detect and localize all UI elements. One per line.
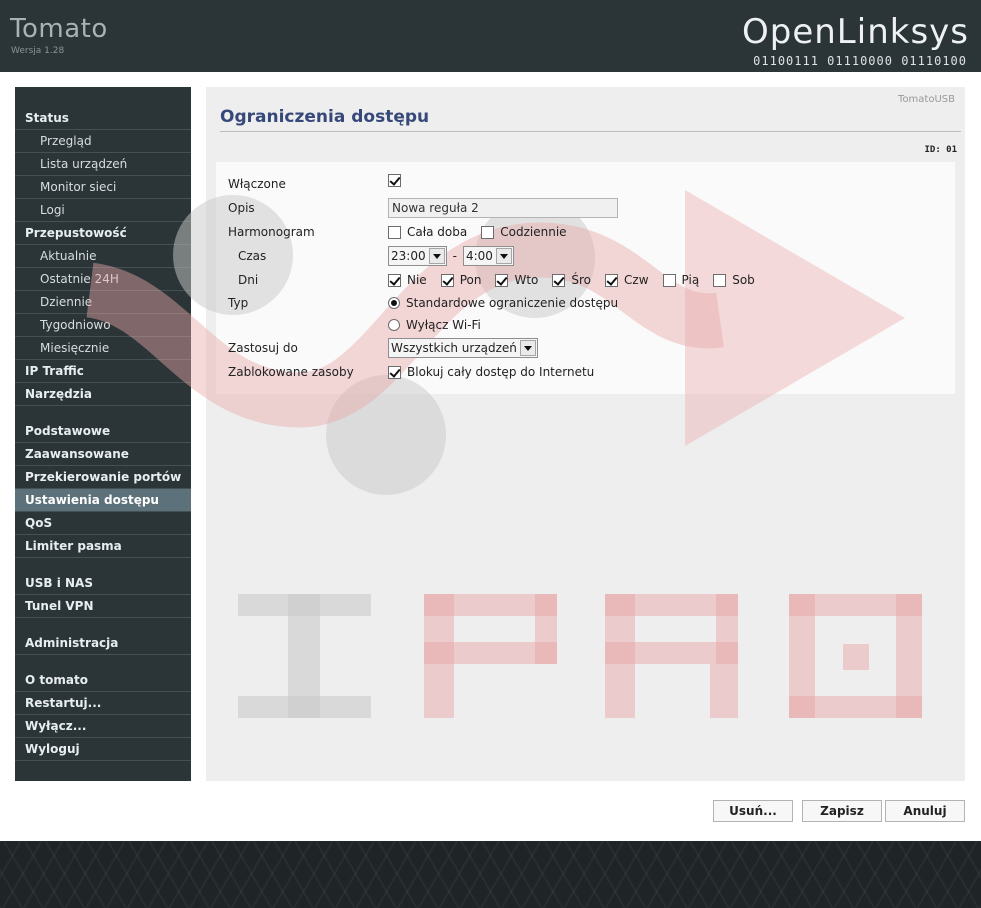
day-checkbox-nie[interactable] [388, 273, 401, 287]
day-label-sro: Śro [571, 273, 592, 287]
openlinksys-logo: OpenLinksys [742, 12, 969, 52]
enabled-checkbox[interactable] [388, 174, 401, 187]
sidebar-item-logi[interactable]: Logi [15, 199, 191, 222]
chevron-down-icon [519, 340, 536, 356]
cancel-button[interactable]: Anuluj [885, 800, 965, 822]
sidebar-item-qos[interactable]: QoS [15, 512, 191, 535]
footer [0, 841, 981, 908]
sidebar-item-monitor-sieci[interactable]: Monitor sieci [15, 176, 191, 199]
day-label-pon: Pon [459, 273, 482, 287]
sidebar-item-tygodniowo[interactable]: Tygodniowo [15, 314, 191, 337]
sidebar-item-wylacz[interactable]: Wyłącz... [15, 715, 191, 738]
time-from-select[interactable]: 23:00 [388, 246, 447, 266]
apply-to-label: Zastosuj do [228, 341, 298, 355]
title-divider [220, 131, 961, 132]
sidebar-item-przepustowosc[interactable]: Przepustowość [15, 222, 191, 245]
sidebar-item-dziennie[interactable]: Dziennie [15, 291, 191, 314]
all-day-label: Cała doba [407, 225, 468, 239]
type-standard-radio[interactable] [388, 297, 400, 309]
everyday-label: Codziennie [500, 225, 567, 239]
enabled-label: Włączone [228, 177, 286, 191]
type-label: Typ [228, 296, 249, 310]
chevron-down-icon [428, 248, 445, 264]
apply-to-select[interactable]: Wszystkich urządzeń [388, 338, 538, 358]
sidebar-item-limiter-pasma[interactable]: Limiter pasma [15, 535, 191, 558]
type-wifi-label: Wyłącz Wi-Fi [406, 318, 481, 332]
day-checkbox-pon[interactable] [440, 273, 454, 287]
type-standard-label: Standardowe ograniczenie dostępu [406, 296, 619, 310]
sidebar-item-wyloguj[interactable]: Wyloguj [15, 738, 191, 761]
all-day-checkbox[interactable] [388, 225, 401, 239]
description-label: Opis [228, 201, 255, 215]
description-input[interactable]: Nowa reguła 2 [388, 198, 618, 218]
time-label: Czas [238, 249, 267, 263]
sidebar-item-lista-urzadzen[interactable]: Lista urządzeń [15, 153, 191, 176]
day-checkbox-sro[interactable] [552, 273, 566, 287]
everyday-checkbox[interactable] [481, 225, 495, 239]
day-label-sob: Sob [732, 273, 755, 287]
day-label-nie: Nie [407, 273, 427, 287]
time-to-value: 4:00 [465, 249, 493, 263]
day-label-pia: Pią [681, 273, 700, 287]
day-checkbox-sob[interactable] [713, 273, 727, 287]
sidebar-item-przekierowanie-portow[interactable]: Przekierowanie portów [15, 466, 191, 489]
brand-title: Tomato [10, 14, 108, 44]
day-label-czw: Czw [624, 273, 649, 287]
logo-binary: 01100111 01110000 01110100 [753, 54, 967, 68]
header: Tomato Wersja 1.28 OpenLinksys 01100111 … [0, 0, 981, 72]
day-label-wto: Wto [514, 273, 539, 287]
sidebar-item-status[interactable]: Status [15, 107, 191, 130]
schedule-label: Harmonogram [228, 225, 315, 239]
save-button[interactable]: Zapisz [802, 800, 882, 822]
content-panel: TomatoUSB Ograniczenia dostępu ID: 01 [206, 87, 965, 781]
day-checkbox-wto[interactable] [495, 273, 509, 287]
sidebar-item-tunel-vpn[interactable]: Tunel VPN [15, 595, 191, 618]
apply-to-value: Wszystkich urządzeń [391, 341, 517, 355]
sidebar-item-administracja[interactable]: Administracja [15, 632, 191, 655]
sidebar-item-miesiecznie[interactable]: Miesięcznie [15, 337, 191, 360]
chevron-down-icon [495, 248, 512, 264]
sidebar-item-ustawienia-dostepu[interactable]: Ustawienia dostępu [15, 489, 191, 512]
block-all-label: Blokuj cały dostęp do Internetu [407, 365, 595, 379]
block-all-checkbox[interactable] [388, 365, 401, 379]
rule-id: ID: 01 [924, 145, 957, 155]
sidebar-item-usb-nas[interactable]: USB i NAS [15, 572, 191, 595]
page-title: Ograniczenia dostępu [220, 107, 430, 127]
day-checkbox-pia[interactable] [662, 273, 676, 287]
type-wifi-radio[interactable] [388, 319, 400, 331]
time-to-select[interactable]: 4:00 [462, 246, 514, 266]
sidebar-item-o-tomato[interactable]: O tomato [15, 669, 191, 692]
tomatousb-label: TomatoUSB [898, 94, 955, 105]
sidebar-item-zaawansowane[interactable]: Zaawansowane [15, 443, 191, 466]
sidebar-item-aktualnie[interactable]: Aktualnie [15, 245, 191, 268]
delete-button[interactable]: Usuń... [713, 800, 793, 822]
sidebar-nav: Status Przegląd Lista urządzeń Monitor s… [15, 87, 191, 781]
time-from-value: 23:00 [391, 249, 426, 263]
time-separator: - [452, 249, 457, 263]
days-label: Dni [238, 273, 259, 287]
sidebar-item-podstawowe[interactable]: Podstawowe [15, 420, 191, 443]
sidebar-item-ip-traffic[interactable]: IP Traffic [15, 360, 191, 383]
brand-version: Wersja 1.28 [11, 46, 65, 56]
sidebar-item-narzedzia[interactable]: Narzędzia [15, 383, 191, 406]
sidebar-item-przeglad[interactable]: Przegląd [15, 130, 191, 153]
blocked-label: Zablokowane zasoby [228, 365, 354, 379]
day-checkbox-czw[interactable] [605, 273, 619, 287]
sidebar-item-ostatnie-24h[interactable]: Ostatnie 24H [15, 268, 191, 291]
sidebar-item-restartuj[interactable]: Restartuj... [15, 692, 191, 715]
